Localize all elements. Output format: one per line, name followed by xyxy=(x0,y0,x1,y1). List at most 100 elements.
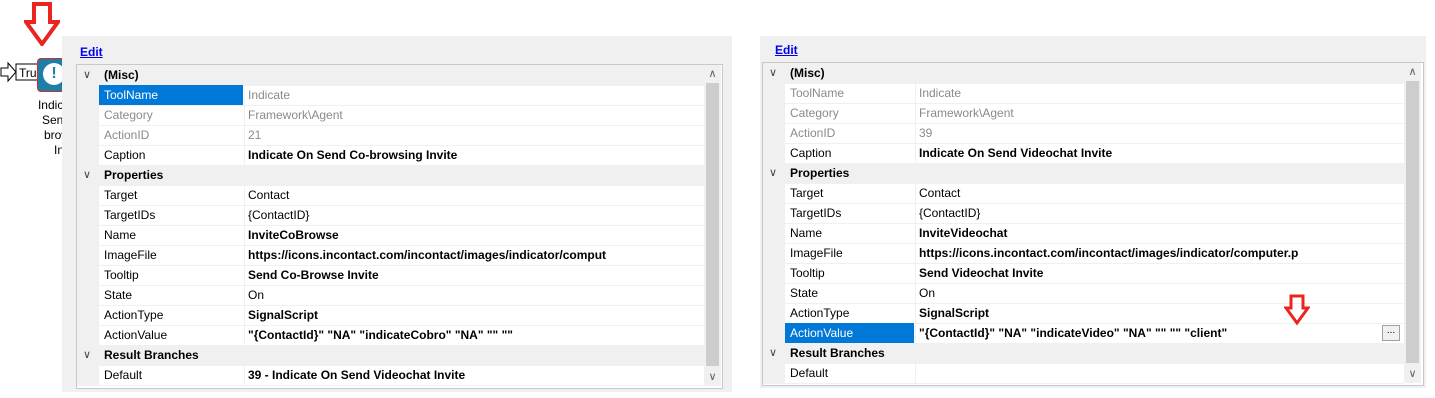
property-value[interactable]: Framework\Agent xyxy=(919,103,1400,123)
property-value[interactable]: https://icons.incontact.com/incontact/im… xyxy=(248,245,700,265)
chevron-down-icon[interactable]: ∨ xyxy=(769,343,777,363)
property-value[interactable]: Indicate xyxy=(248,85,700,105)
property-row[interactable]: ActionValue "{ContactId}" "NA" "indicateC… xyxy=(77,325,704,346)
property-value[interactable]: 39 - Indicate On Send Videochat Invite xyxy=(248,365,700,385)
property-label: TargetIDs xyxy=(104,208,156,222)
property-value[interactable]: "{ContactId}" "NA" "indicateVideo" "NA" … xyxy=(919,323,1378,343)
down-arrow-icon xyxy=(1284,294,1310,326)
row-gutter xyxy=(77,105,99,125)
property-row[interactable]: ImageFile https://icons.incontact.com/inc… xyxy=(763,243,1404,264)
property-value[interactable]: 21 xyxy=(248,125,700,145)
category-label: Result Branches xyxy=(104,348,199,362)
property-row[interactable]: Target Contact xyxy=(763,183,1404,204)
category-label: (Misc) xyxy=(104,68,139,82)
property-value[interactable]: On xyxy=(248,285,700,305)
vertical-scrollbar[interactable]: ∧ ∨ xyxy=(1404,63,1421,383)
property-row[interactable]: ActionID 21 xyxy=(77,125,704,146)
property-label: Name xyxy=(790,226,823,240)
property-row[interactable]: Name InviteCoBrowse xyxy=(77,225,704,246)
ellipsis-button[interactable]: ... xyxy=(1382,325,1400,341)
column-divider xyxy=(915,243,916,263)
column-divider xyxy=(244,145,245,165)
row-gutter xyxy=(763,123,785,143)
chevron-down-icon[interactable]: ∨ xyxy=(769,163,777,183)
chevron-down-icon[interactable]: ∨ xyxy=(769,63,777,83)
edit-link[interactable]: Edit xyxy=(775,43,798,57)
property-row[interactable]: Default 39 - Indicate On Send Videochat I… xyxy=(77,365,704,386)
category-row[interactable]: ∨ Result Branches xyxy=(77,345,704,366)
column-divider xyxy=(915,303,916,323)
property-row[interactable]: Caption Indicate On Send Co-browsing Invi… xyxy=(77,145,704,166)
category-row[interactable]: ∨ (Misc) xyxy=(77,65,704,86)
property-value[interactable]: Framework\Agent xyxy=(248,105,700,125)
property-value[interactable]: Send Co-Browse Invite xyxy=(248,265,700,285)
property-row[interactable]: ToolName Indicate xyxy=(77,85,704,106)
scroll-up-icon[interactable]: ∧ xyxy=(704,67,721,80)
property-row[interactable]: Tooltip Send Videochat Invite xyxy=(763,263,1404,284)
row-gutter xyxy=(763,363,785,383)
property-grid[interactable]: ∨ (Misc) ToolName Indicate Category Framework… xyxy=(76,64,723,389)
property-row[interactable]: State On xyxy=(77,285,704,306)
category-row[interactable]: ∨ (Misc) xyxy=(763,63,1404,84)
property-row[interactable]: TargetIDs {ContactID} xyxy=(77,205,704,226)
property-value[interactable]: {ContactID} xyxy=(919,203,1400,223)
left-property-panel: Edit ∨ (Misc) ToolName Indicate Category Fram… xyxy=(62,36,732,392)
column-divider xyxy=(244,365,245,385)
property-grid[interactable]: ∨ (Misc) ToolName Indicate Category Framework… xyxy=(762,62,1424,386)
property-row[interactable]: Target Contact xyxy=(77,185,704,206)
property-value[interactable]: Contact xyxy=(919,183,1400,203)
property-label: ImageFile xyxy=(790,246,843,260)
property-value[interactable]: {ContactID} xyxy=(248,205,700,225)
property-row[interactable]: ActionID 39 xyxy=(763,123,1404,144)
property-value[interactable]: Contact xyxy=(248,185,700,205)
category-row[interactable]: ∨ Properties xyxy=(763,163,1404,184)
property-value[interactable]: On xyxy=(919,283,1400,303)
property-value[interactable] xyxy=(919,363,1400,383)
property-value[interactable]: 39 xyxy=(919,123,1400,143)
property-value[interactable]: Send Videochat Invite xyxy=(919,263,1400,283)
property-row[interactable]: Tooltip Send Co-Browse Invite xyxy=(77,265,704,286)
property-row[interactable]: ImageFile https://icons.incontact.com/inc… xyxy=(77,245,704,266)
property-row[interactable]: Caption Indicate On Send Videochat Invite xyxy=(763,143,1404,164)
property-row[interactable]: Default xyxy=(763,363,1404,384)
property-value[interactable]: Indicate xyxy=(919,83,1400,103)
property-row[interactable]: Category Framework\Agent xyxy=(77,105,704,126)
property-value[interactable]: SignalScript xyxy=(919,303,1400,323)
down-arrow-icon xyxy=(24,2,60,46)
scroll-down-icon[interactable]: ∨ xyxy=(704,370,721,383)
category-row[interactable]: ∨ Result Branches xyxy=(763,343,1404,364)
property-value[interactable]: InviteCoBrowse xyxy=(248,225,700,245)
column-divider xyxy=(244,325,245,345)
property-row[interactable]: Category Framework\Agent xyxy=(763,103,1404,124)
scrollbar-thumb[interactable] xyxy=(1406,81,1419,363)
row-gutter xyxy=(77,205,99,225)
property-value[interactable]: InviteVideochat xyxy=(919,223,1400,243)
property-row[interactable]: ActionValue "{ContactId}" "NA" "indicateV… xyxy=(763,323,1404,344)
property-row[interactable]: Name InviteVideochat xyxy=(763,223,1404,244)
property-row[interactable]: ToolName Indicate xyxy=(763,83,1404,104)
chevron-down-icon[interactable]: ∨ xyxy=(83,165,91,185)
property-value[interactable]: Indicate On Send Videochat Invite xyxy=(919,143,1400,163)
property-row[interactable]: ActionType SignalScript xyxy=(77,305,704,326)
property-value[interactable]: https://icons.incontact.com/incontact/im… xyxy=(919,243,1400,263)
property-row[interactable]: TargetIDs {ContactID} xyxy=(763,203,1404,224)
row-gutter xyxy=(77,85,99,105)
row-gutter xyxy=(763,303,785,323)
scroll-up-icon[interactable]: ∧ xyxy=(1404,65,1421,78)
property-label: TargetIDs xyxy=(790,206,842,220)
category-row[interactable]: ∨ Properties xyxy=(77,165,704,186)
scroll-down-icon[interactable]: ∨ xyxy=(1404,367,1421,380)
chevron-down-icon[interactable]: ∨ xyxy=(83,345,91,365)
column-divider xyxy=(915,183,916,203)
property-value[interactable]: "{ContactId}" "NA" "indicateCobro" "NA" … xyxy=(248,325,700,345)
chevron-down-icon[interactable]: ∨ xyxy=(83,65,91,85)
row-gutter xyxy=(77,145,99,165)
property-label: Target xyxy=(104,188,138,202)
property-label: Caption xyxy=(104,148,146,162)
edit-link[interactable]: Edit xyxy=(80,45,103,59)
vertical-scrollbar[interactable]: ∧ ∨ xyxy=(704,65,721,386)
scrollbar-thumb[interactable] xyxy=(706,83,719,366)
property-label: ActionType xyxy=(790,306,850,320)
property-value[interactable]: Indicate On Send Co-browsing Invite xyxy=(248,145,700,165)
property-value[interactable]: SignalScript xyxy=(248,305,700,325)
